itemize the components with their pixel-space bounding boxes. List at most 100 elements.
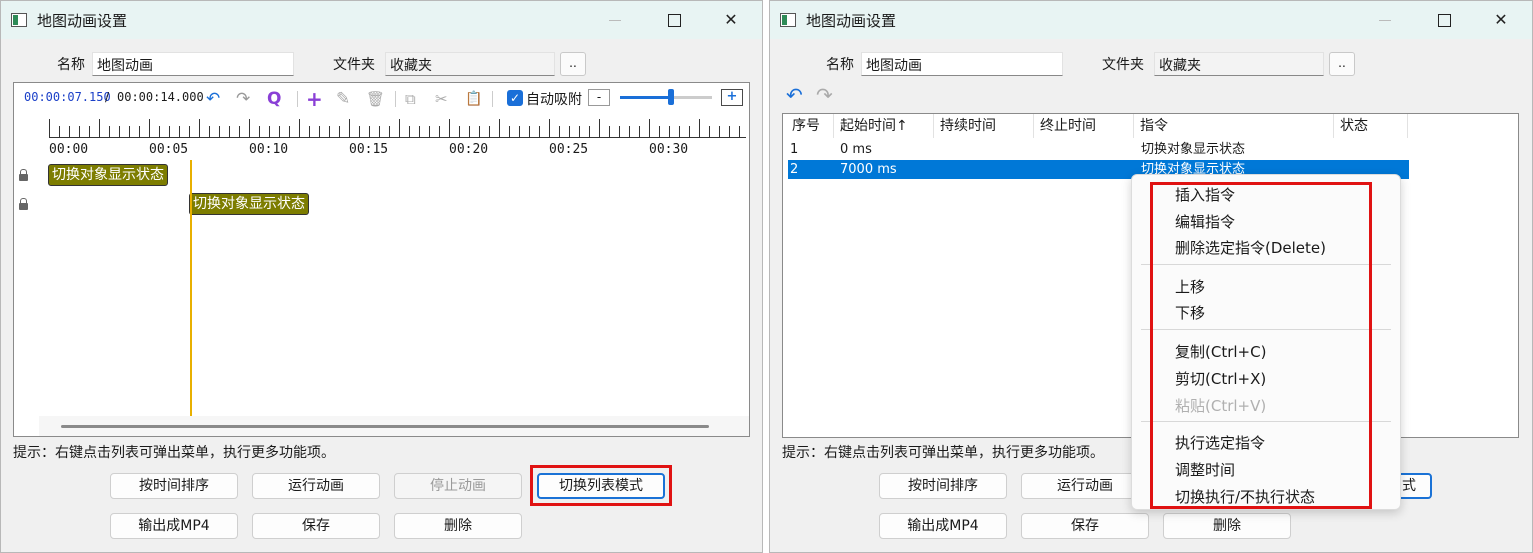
cut-icon[interactable]: ✂ <box>435 89 448 109</box>
zoom-slider-thumb[interactable] <box>667 89 674 105</box>
total-time: 00:00:14.000 <box>117 90 204 104</box>
ruler-tick <box>359 126 360 137</box>
export-mp4-button[interactable]: 输出成MP4 <box>879 513 1007 539</box>
hint-text: 提示：右键点击列表可弹出菜单，执行更多功能项。 <box>13 445 335 461</box>
sort-by-time-button[interactable]: 按时间排序 <box>879 473 1007 499</box>
timeline-clip[interactable]: 切换对象显示状态 <box>48 164 168 186</box>
close-button[interactable]: ✕ <box>1472 1 1530 39</box>
name-input[interactable]: 地图动画 <box>92 52 294 76</box>
folder-input[interactable]: 收藏夹 <box>385 52 555 76</box>
folder-input[interactable]: 收藏夹 <box>1154 52 1324 76</box>
zoom-slider-fill <box>620 96 671 99</box>
delete-button[interactable]: 删除 <box>394 513 522 539</box>
ruler-tick <box>269 126 270 137</box>
save-button[interactable]: 保存 <box>1021 513 1149 539</box>
minimize-button[interactable] <box>1356 1 1414 39</box>
window-title: 地图动画设置 <box>806 12 897 30</box>
maximize-button[interactable] <box>644 1 702 39</box>
ruler-tick <box>49 119 50 137</box>
ruler-tick <box>279 126 280 137</box>
ruler-tick <box>329 126 330 137</box>
ruler-tick <box>249 119 250 137</box>
copy-icon[interactable]: ⧉ <box>405 89 416 109</box>
sort-by-time-button[interactable]: 按时间排序 <box>110 473 238 499</box>
playhead[interactable] <box>190 160 192 416</box>
scrollbar-thumb[interactable] <box>61 425 709 428</box>
toolbar-divider <box>492 91 493 107</box>
ruler-tick <box>199 119 200 137</box>
name-label: 名称 <box>826 57 854 73</box>
ruler-tick <box>519 126 520 137</box>
ruler-tick <box>109 126 110 137</box>
delete-button[interactable]: 删除 <box>1163 513 1291 539</box>
ruler-tick <box>209 126 210 137</box>
add-icon[interactable]: + <box>306 89 323 109</box>
ruler-tick <box>339 126 340 137</box>
ruler-tick <box>159 126 160 137</box>
toolbar-divider <box>297 91 298 107</box>
ruler-tick <box>379 126 380 137</box>
stop-animation-button[interactable]: 停止动画 <box>394 473 522 499</box>
ruler-tick <box>579 126 580 137</box>
ruler-tick <box>529 126 530 137</box>
zoom-out-button[interactable]: - <box>588 89 610 106</box>
timeline-clip[interactable]: 切换对象显示状态 <box>189 193 309 215</box>
timeline-track-2[interactable]: 切换对象显示状态 <box>39 191 747 216</box>
undo-icon[interactable]: ↶ <box>786 85 803 105</box>
folder-label: 文件夹 <box>1102 57 1144 73</box>
ruler-label: 00:15 <box>349 142 389 157</box>
column-header[interactable]: 起始时间↑ <box>834 114 934 138</box>
ruler-tick <box>639 126 640 137</box>
ruler-tick <box>559 126 560 137</box>
edit-icon[interactable]: ✎ <box>336 89 350 109</box>
delete-icon[interactable]: 🗑 <box>366 89 385 109</box>
maximize-button[interactable] <box>1414 1 1472 39</box>
ruler-tick <box>409 126 410 137</box>
ruler-tick <box>169 126 170 137</box>
ruler-tick <box>509 126 510 137</box>
zoom-slider[interactable] <box>620 89 712 105</box>
autosnap-checkbox[interactable]: ✓ <box>507 90 523 106</box>
ruler-tick <box>179 126 180 137</box>
paste-icon[interactable]: 📋 <box>465 89 482 109</box>
title-bar[interactable]: 地图动画设置 ✕ <box>770 1 1532 39</box>
close-button[interactable]: ✕ <box>702 1 760 39</box>
column-header[interactable]: 持续时间 <box>934 114 1034 138</box>
ruler-tick <box>369 126 370 137</box>
table-row[interactable]: 1 0 ms 切换对象显示状态 <box>788 140 1409 159</box>
column-header[interactable]: 终止时间 <box>1034 114 1134 138</box>
ruler-label: 00:25 <box>549 142 589 157</box>
redo-icon[interactable]: ↷ <box>816 85 833 105</box>
ruler-tick <box>669 126 670 137</box>
name-input[interactable]: 地图动画 <box>861 52 1063 76</box>
zoom-in-button[interactable]: + <box>721 89 743 106</box>
ruler-tick <box>419 126 420 137</box>
redo-icon[interactable]: ↷ <box>236 89 250 109</box>
column-header[interactable]: 状态 <box>1334 114 1408 138</box>
run-animation-button[interactable]: 运行动画 <box>252 473 380 499</box>
column-header[interactable]: 指令 <box>1134 114 1334 138</box>
zoom-icon[interactable]: Q <box>267 89 281 109</box>
run-animation-button[interactable]: 运行动画 <box>1021 473 1149 499</box>
hint-text: 提示：右键点击列表可弹出菜单，执行更多功能项。 <box>782 445 1104 461</box>
current-time: 00:00:07.150 <box>24 90 111 104</box>
browse-folder-button[interactable]: .. <box>1329 52 1355 76</box>
ruler-tick <box>399 119 400 137</box>
ruler-tick <box>389 126 390 137</box>
minimize-button[interactable] <box>586 1 644 39</box>
save-button[interactable]: 保存 <box>252 513 380 539</box>
export-mp4-button[interactable]: 输出成MP4 <box>110 513 238 539</box>
column-header[interactable]: 序号 <box>786 114 834 138</box>
horizontal-scrollbar[interactable] <box>39 416 749 436</box>
timeline-track-1[interactable]: 切换对象显示状态 <box>39 163 747 188</box>
undo-icon[interactable]: ↶ <box>206 89 220 109</box>
ruler-tick <box>299 119 300 137</box>
browse-folder-button[interactable]: .. <box>560 52 586 76</box>
title-bar[interactable]: 地图动画设置 ✕ <box>1 1 762 39</box>
lock-icon[interactable] <box>19 169 28 181</box>
ruler-tick <box>289 126 290 137</box>
ruler-tick <box>149 119 150 137</box>
ruler-tick <box>319 126 320 137</box>
table-cell-command: 切换对象显示状态 <box>1141 142 1246 157</box>
lock-icon[interactable] <box>19 198 28 210</box>
